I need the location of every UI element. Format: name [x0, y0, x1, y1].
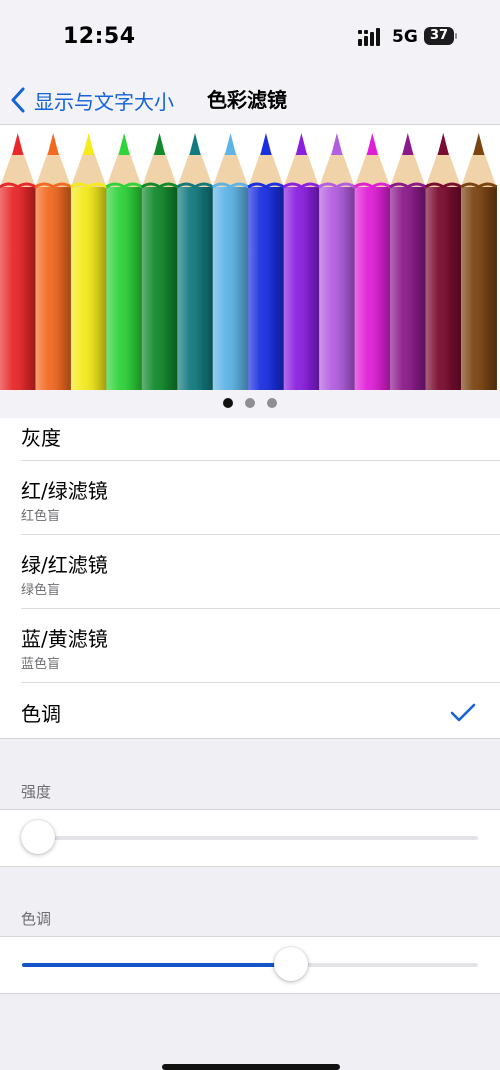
status-bar: 12:54 5G 37: [0, 0, 500, 76]
chevron-left-icon: [11, 87, 25, 113]
back-label: 显示与文字大小: [34, 89, 174, 114]
pencil: [424, 133, 462, 391]
hue-track[interactable]: [22, 963, 478, 967]
battery-icon: 37: [424, 27, 454, 45]
page-title: 色彩滤镜: [207, 88, 287, 112]
pencil: [70, 133, 108, 391]
hue-fill: [22, 963, 292, 967]
page-indicator[interactable]: [0, 390, 500, 419]
pencil: [353, 133, 391, 391]
filter-option-green-red[interactable]: 绿/红滤镜 绿色盲: [0, 535, 500, 609]
filter-title: 色调: [21, 702, 61, 726]
filter-title: 绿/红滤镜: [21, 553, 108, 577]
pencil: [389, 133, 427, 391]
status-time: 12:54: [63, 24, 136, 49]
checkmark-icon: [450, 703, 476, 722]
hue-slider-thumb[interactable]: [274, 947, 309, 981]
hue-label: 色调: [21, 910, 52, 928]
pencil: [176, 133, 214, 391]
pencil: [141, 133, 179, 391]
pencil: [318, 133, 356, 391]
colored-pencils-illustration: [0, 133, 498, 391]
intensity-label: 强度: [21, 783, 52, 801]
intensity-slider-thumb[interactable]: [21, 820, 55, 854]
pencil: [0, 133, 37, 391]
battery-cap: [455, 33, 457, 39]
filter-list: 灰度 红/绿滤镜 红色盲 绿/红滤镜 绿色盲 蓝/黄滤镜 蓝色盲 色调: [0, 418, 500, 738]
network-type: 5G: [392, 27, 418, 47]
pencil: [247, 133, 285, 391]
filter-title: 灰度: [21, 426, 61, 450]
pencil: [211, 133, 250, 391]
pencil: [34, 133, 72, 391]
intensity-slider[interactable]: [0, 809, 500, 867]
cellular-signal-icon: [358, 28, 380, 46]
filter-subtitle: 红色盲: [21, 509, 61, 524]
hue-slider[interactable]: [0, 936, 500, 994]
filter-preview-image[interactable]: [0, 124, 500, 391]
intensity-track[interactable]: [22, 836, 478, 840]
pencil: [105, 133, 143, 391]
filter-option-color-tint[interactable]: 色调: [0, 683, 500, 738]
filter-option-grayscale[interactable]: 灰度: [0, 418, 500, 461]
filter-title: 蓝/黄滤镜: [21, 627, 108, 651]
pencil: [460, 133, 498, 391]
pencil: [282, 133, 320, 391]
filter-option-blue-yellow[interactable]: 蓝/黄滤镜 蓝色盲: [0, 609, 500, 683]
filter-option-red-green[interactable]: 红/绿滤镜 红色盲: [0, 461, 500, 535]
home-indicator[interactable]: [162, 1064, 340, 1070]
filter-subtitle: 蓝色盲: [21, 657, 61, 672]
page-dot-2[interactable]: [245, 398, 255, 408]
filter-title: 红/绿滤镜: [21, 479, 108, 503]
page-dot-1[interactable]: [223, 398, 233, 408]
filter-subtitle: 绿色盲: [21, 583, 61, 598]
battery-level: 37: [429, 28, 449, 43]
navigation-bar: 显示与文字大小 色彩滤镜: [0, 76, 500, 124]
list-bottom-border: [0, 738, 500, 739]
back-button[interactable]: 显示与文字大小: [10, 82, 174, 118]
page-dot-3[interactable]: [267, 398, 277, 408]
